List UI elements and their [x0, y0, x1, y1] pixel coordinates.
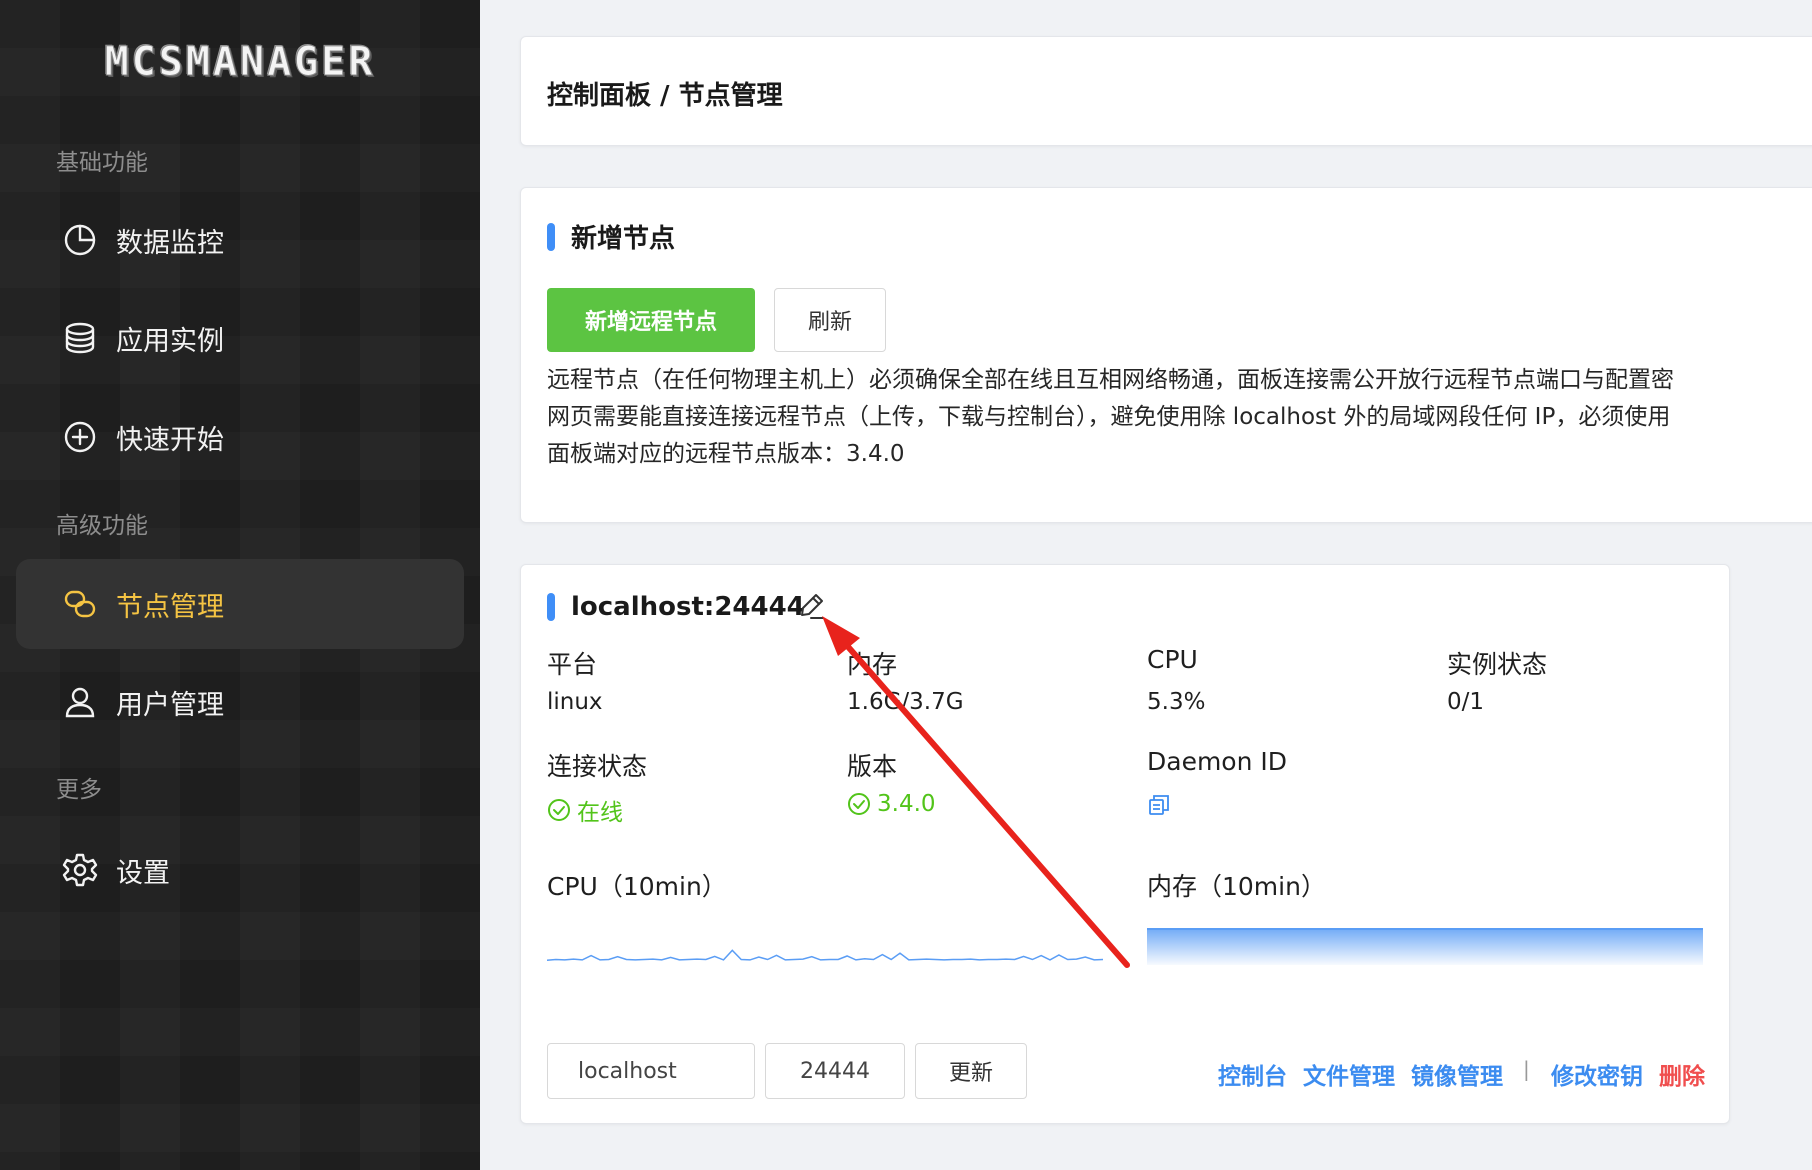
sidebar-item-label: 快速开始 — [116, 424, 224, 456]
sidebar-item-label: 设置 — [116, 857, 170, 889]
app-logo: MCSMANAGER — [104, 39, 376, 86]
sidebar-item-label: 数据监控 — [116, 227, 224, 259]
gear-icon — [62, 852, 98, 888]
check-circle-icon — [848, 793, 870, 815]
sidebar-item-users[interactable]: 用户管理 — [16, 657, 464, 747]
add-node-card: 新增节点 新增远程节点 刷新 远程节点（在任何物理主机上）必须确保全部在线且互相… — [520, 187, 1812, 523]
connection-status-text: 在线 — [577, 800, 623, 826]
version-status-text: 3.4.0 — [877, 791, 936, 817]
sidebar-item-instances[interactable]: 应用实例 — [16, 293, 464, 383]
edit-icon[interactable] — [797, 591, 827, 621]
version-label: 版本 — [847, 752, 898, 781]
image-manager-link[interactable]: 镜像管理 — [1411, 1057, 1503, 1091]
memory-chart-label: 内存（10min） — [1147, 872, 1326, 901]
add-node-title-text: 新增节点 — [571, 224, 676, 254]
nodes-icon — [62, 586, 98, 622]
cpu-series-line — [547, 949, 1103, 961]
connection-label: 连接状态 — [547, 752, 648, 781]
version-status: 3.4.0 — [847, 791, 936, 817]
section-label-more: 更多 — [56, 777, 102, 803]
instances-label: 实例状态 — [1447, 650, 1548, 679]
sidebar-item-quickstart[interactable]: 快速开始 — [16, 392, 464, 482]
description-line: 面板端对应的远程节点版本：3.4.0 — [547, 441, 905, 467]
breadcrumb: 控制面板 / 节点管理 — [547, 81, 783, 111]
description-line: 网页需要能直接连接远程节点（上传，下载与控制台），避免使用除 localhost… — [547, 404, 1671, 430]
daemon-id-label: Daemon ID — [1147, 747, 1288, 776]
section-label-advanced: 高级功能 — [56, 513, 148, 539]
node-card: localhost:24444 平台 linux 内存 1.6G/3.7G CP… — [520, 564, 1730, 1124]
port-input[interactable] — [765, 1043, 905, 1099]
database-icon — [62, 320, 98, 356]
memory-chart — [1147, 928, 1703, 965]
file-manager-link[interactable]: 文件管理 — [1303, 1057, 1395, 1091]
title-accent-bar — [547, 222, 555, 251]
breadcrumb-card: 控制面板 / 节点管理 — [520, 36, 1812, 146]
node-title: localhost:24444 — [547, 592, 805, 622]
connection-status: 在线 — [547, 793, 623, 827]
delete-link[interactable]: 删除 — [1659, 1057, 1705, 1091]
action-separator: | — [1523, 1057, 1530, 1081]
sidebar-item-nodes[interactable]: 节点管理 — [16, 559, 464, 649]
memory-label: 内存 — [847, 650, 898, 679]
cpu-value: 5.3% — [1147, 689, 1206, 715]
host-input[interactable] — [547, 1043, 755, 1099]
memory-value: 1.6G/3.7G — [847, 689, 964, 715]
user-icon — [62, 684, 98, 720]
platform-label: 平台 — [547, 650, 598, 679]
console-link[interactable]: 控制台 — [1218, 1057, 1287, 1091]
sidebar-item-monitor[interactable]: 数据监控 — [16, 195, 464, 285]
cpu-label: CPU — [1147, 645, 1198, 674]
platform-value: linux — [547, 689, 603, 715]
sidebar: MCSMANAGER 基础功能 数据监控 应用实例 快速开始 高级功能 节点管理… — [0, 0, 480, 1170]
instances-value: 0/1 — [1447, 689, 1485, 715]
description-line: 远程节点（在任何物理主机上）必须确保全部在线且互相网络畅通，面板连接需公开放行远… — [547, 367, 1674, 393]
add-node-title: 新增节点 — [547, 218, 675, 255]
node-title-text: localhost:24444 — [571, 592, 805, 622]
add-remote-node-button[interactable]: 新增远程节点 — [547, 288, 755, 352]
sidebar-item-settings[interactable]: 设置 — [16, 825, 464, 915]
change-key-link[interactable]: 修改密钥 — [1551, 1057, 1643, 1091]
copy-icon[interactable] — [1147, 793, 1171, 817]
title-accent-bar — [547, 593, 555, 621]
sidebar-item-label: 节点管理 — [116, 591, 224, 623]
memory-series-area — [1147, 929, 1703, 965]
sidebar-item-label: 用户管理 — [116, 689, 224, 721]
cpu-chart-label: CPU（10min） — [547, 872, 727, 901]
pie-chart-icon — [62, 222, 98, 258]
sidebar-item-label: 应用实例 — [116, 325, 224, 357]
plus-circle-icon — [62, 419, 98, 455]
section-label-basic: 基础功能 — [56, 150, 148, 176]
refresh-button[interactable]: 刷新 — [774, 288, 886, 352]
cpu-chart — [547, 949, 1103, 961]
add-node-description: 远程节点（在任何物理主机上）必须确保全部在线且互相网络畅通，面板连接需公开放行远… — [547, 362, 1812, 473]
update-button[interactable]: 更新 — [915, 1043, 1027, 1099]
check-circle-icon — [548, 799, 570, 821]
